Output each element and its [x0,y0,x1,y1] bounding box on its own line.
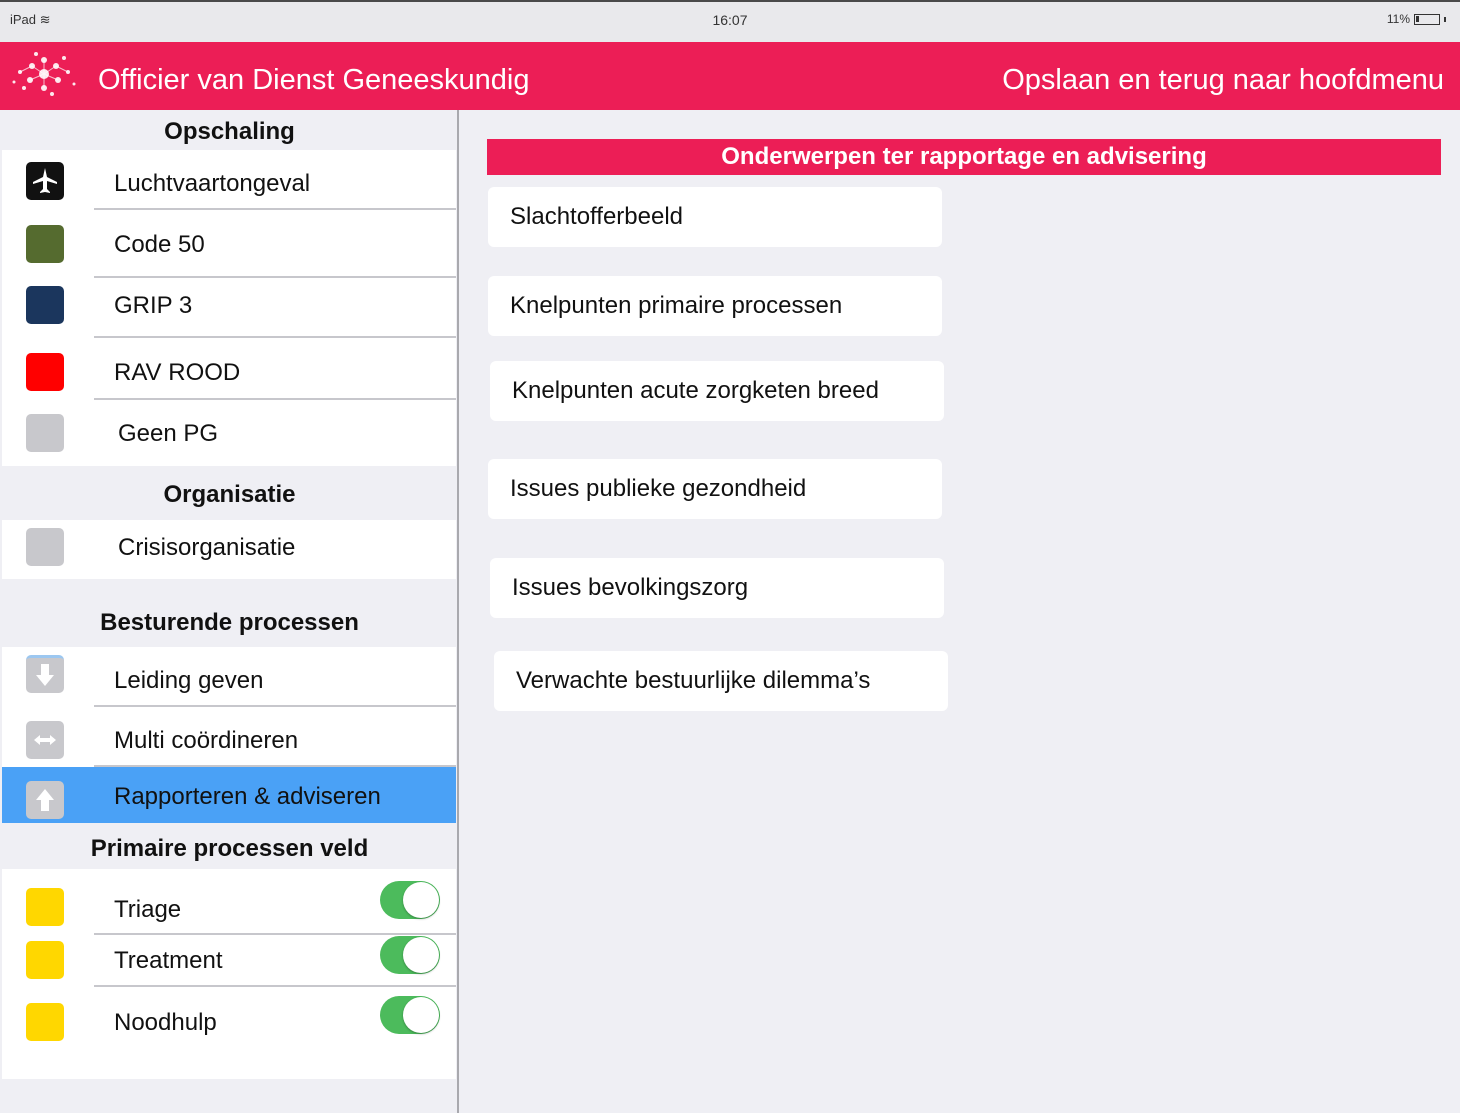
color-swatch [26,414,64,452]
treatment-toggle[interactable] [380,936,440,974]
sidebar-item-label: Triage [114,896,182,923]
save-and-back-button[interactable]: Opslaan en terug naar hoofdmenu [1002,64,1444,97]
color-swatch [26,528,64,566]
color-swatch [26,353,64,391]
topic-issues-publieke-gezondheid[interactable]: Issues publieke gezondheid [488,459,942,519]
section-heading-opschaling: Opschaling [164,118,295,145]
app-title: Officier van Dienst Geneeskundig [98,64,530,96]
arrow-up-icon [26,781,64,819]
sidebar-item-label: Crisisorganisatie [118,534,296,561]
sidebar-item-treatment[interactable]: Treatment [2,935,456,987]
section-heading-besturende-processen: Besturende processen [100,609,359,636]
airplane-icon [26,162,64,200]
section-heading-organisatie: Organisatie [163,481,296,508]
sidebar-item-label: Rapporteren & adviseren [114,783,381,810]
noodhulp-toggle[interactable] [380,996,440,1034]
color-swatch [26,941,64,979]
color-swatch [26,888,64,926]
sidebar-item-rav-rood[interactable]: RAV ROOD [2,338,456,400]
sidebar-item-geen-pg[interactable]: Geen PG [2,400,456,466]
app-header: Officier van Dienst Geneeskundig Opslaan… [0,42,1460,110]
sidebar-item-leiding-geven[interactable]: Leiding geven [2,647,456,706]
sidebar-item-noodhulp[interactable]: Noodhulp [2,987,456,1079]
color-swatch [26,1003,64,1041]
sidebar-item-rapporteren-adviseren[interactable]: Rapporteren & adviseren [2,767,456,823]
topic-slachtofferbeeld[interactable]: Slachtofferbeeld [488,187,942,247]
arrow-down-icon [26,655,64,693]
sidebar-item-luchtvaartongeval[interactable]: Luchtvaartongeval [2,150,456,210]
sidebar: Opschaling Luchtvaartongeval Code 50 GRI… [0,110,459,1113]
sidebar-item-label: Multi coördineren [114,727,299,754]
sidebar-item-triage[interactable]: Triage [2,869,456,933]
status-bar: iPad ≋ 16:07 11% [0,0,1460,42]
organisatie-group: Crisisorganisatie [2,520,456,579]
sidebar-item-label: Code 50 [114,231,205,258]
logo-icon [12,52,76,96]
besturend-group: Leiding geven Multi coördineren Rapporte… [2,647,456,823]
opschaling-group: Luchtvaartongeval Code 50 GRIP 3 RAV ROO… [2,150,456,466]
sidebar-item-label: Noodhulp [114,1009,217,1036]
section-heading-primaire-processen-veld: Primaire processen veld [90,835,369,862]
sidebar-item-label: GRIP 3 [114,292,193,319]
sidebar-item-label: Geen PG [118,420,219,447]
sidebar-item-code-50[interactable]: Code 50 [2,210,456,278]
primair-group: Triage Treatment Noodhulp [2,869,456,1079]
color-swatch [26,225,64,263]
topic-verwachte-bestuurlijke-dilemmas[interactable]: Verwachte bestuurlijke dilemma’s [494,651,948,711]
section-banner: Onderwerpen ter rapportage en advisering [487,139,1441,175]
sidebar-item-label: Luchtvaartongeval [114,170,311,197]
sidebar-item-grip-3[interactable]: GRIP 3 [2,278,456,338]
sidebar-item-label: Treatment [114,947,223,974]
battery-indicator: 11% [1387,12,1446,26]
triage-toggle[interactable] [380,881,440,919]
sidebar-item-label: RAV ROOD [114,359,241,386]
color-swatch [26,286,64,324]
sidebar-item-label: Leiding geven [114,667,264,694]
battery-percent: 11% [1386,12,1410,26]
sidebar-item-crisisorganisatie[interactable]: Crisisorganisatie [2,520,456,579]
arrows-horizontal-icon [26,721,64,759]
topic-knelpunten-acute-zorgketen[interactable]: Knelpunten acute zorgketen breed [490,361,944,421]
topic-issues-bevolkingszorg[interactable]: Issues bevolkingszorg [490,558,944,618]
topic-knelpunten-primaire-processen[interactable]: Knelpunten primaire processen [488,276,942,336]
sidebar-item-multi-coordineren[interactable]: Multi coördineren [2,707,456,767]
battery-icon [1414,13,1440,25]
clock: 16:07 [712,12,748,28]
